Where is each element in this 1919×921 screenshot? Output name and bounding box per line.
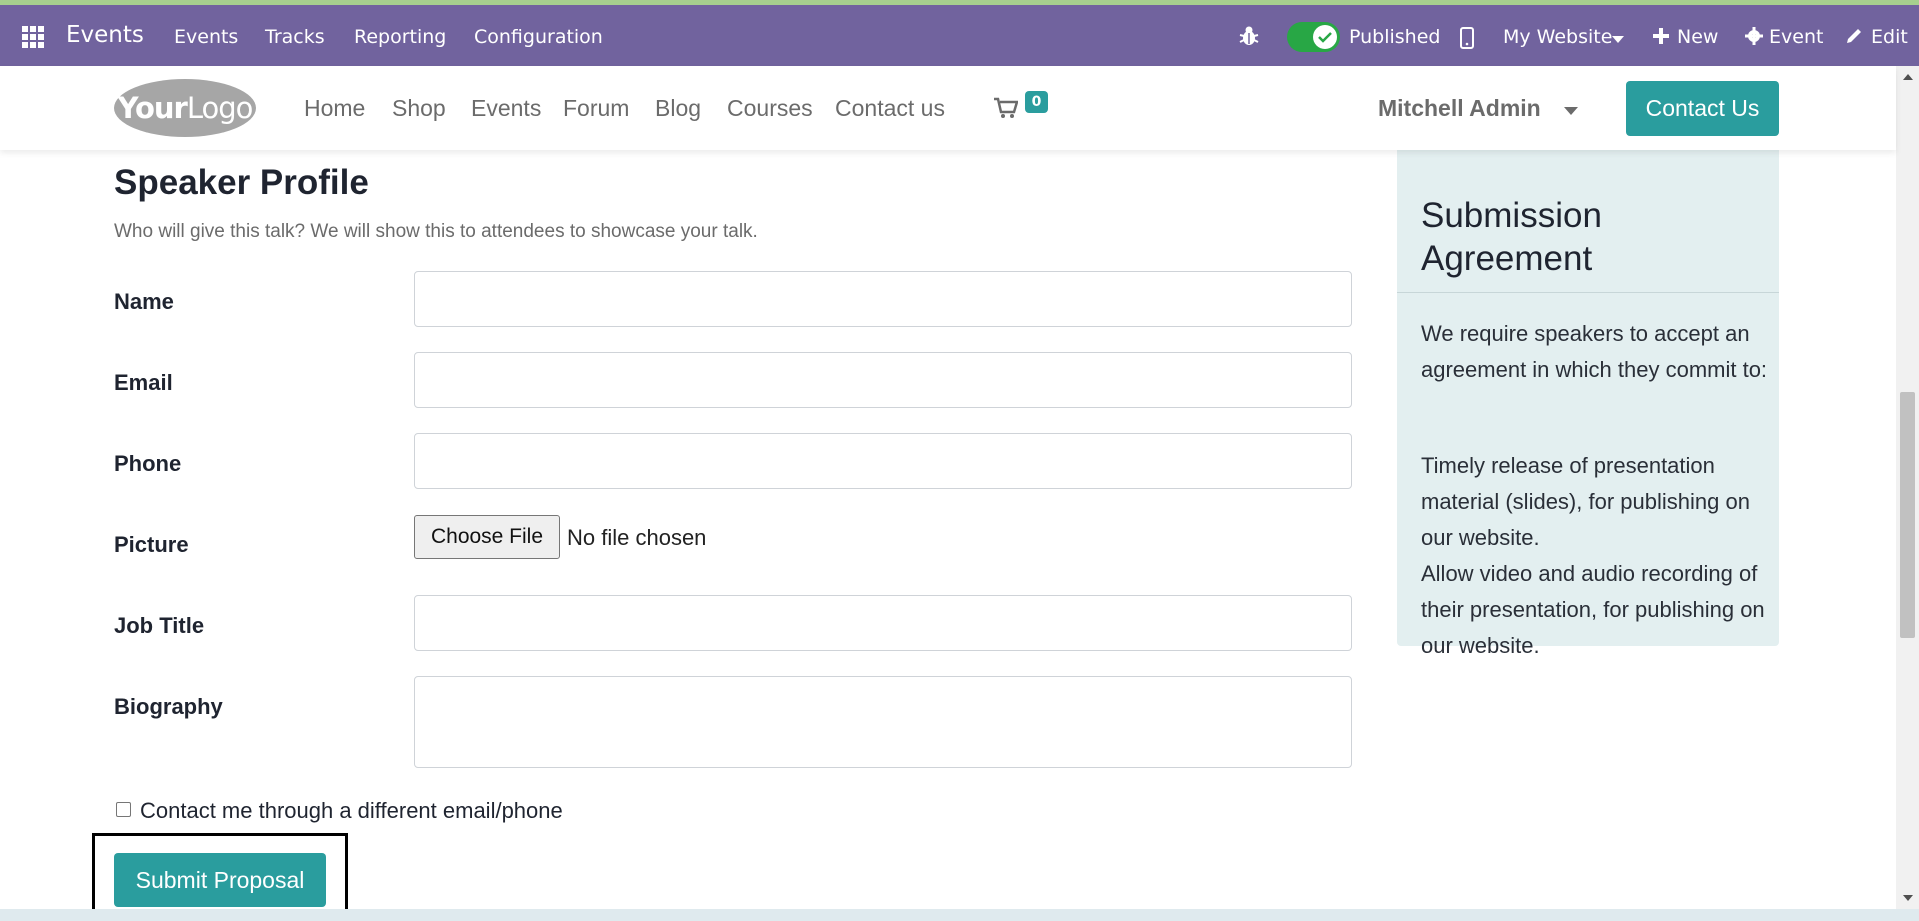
job-title-label: Job Title — [114, 613, 205, 638]
page-content: Submission Agreement We require speakers… — [0, 66, 1896, 909]
name-input[interactable] — [414, 271, 1352, 327]
new-button[interactable]: New — [1677, 26, 1718, 48]
phone-input[interactable] — [414, 433, 1352, 489]
biography-label: Biography — [114, 694, 223, 719]
site-logo[interactable]: Your Logo — [114, 79, 256, 137]
agreement-point-slides: Timely release of presentation material … — [1421, 453, 1750, 550]
cart-count-badge: 0 — [1025, 91, 1048, 113]
page-scrollbar[interactable] — [1896, 66, 1919, 909]
divider — [1397, 292, 1779, 293]
agreement-title: Submission Agreement — [1421, 196, 1602, 278]
mobile-preview-icon[interactable] — [1460, 27, 1474, 49]
page-subtitle: Who will give this talk? We will show th… — [114, 221, 758, 242]
nav-courses[interactable]: Courses — [727, 95, 813, 122]
agreement-point-recording: Allow video and audio recording of their… — [1421, 561, 1765, 658]
app-name[interactable]: Events — [66, 22, 144, 48]
pencil-icon — [1847, 29, 1861, 43]
edit-button[interactable]: Edit — [1871, 26, 1908, 48]
menu-events[interactable]: Events — [174, 26, 238, 48]
nav-shop[interactable]: Shop — [392, 95, 446, 122]
plus-icon — [1653, 28, 1669, 44]
choose-file-button[interactable]: Choose File — [414, 515, 560, 559]
name-label: Name — [114, 289, 174, 314]
published-label[interactable]: Published — [1349, 26, 1440, 48]
gear-icon — [1745, 27, 1763, 45]
email-input[interactable] — [414, 352, 1352, 408]
event-button[interactable]: Event — [1769, 26, 1823, 48]
contact-us-button[interactable]: Contact Us — [1626, 81, 1779, 136]
chevron-down-icon — [1612, 36, 1624, 43]
nav-contact-us[interactable]: Contact us — [835, 95, 945, 122]
nav-blog[interactable]: Blog — [655, 95, 701, 122]
nav-forum[interactable]: Forum — [563, 95, 629, 122]
debug-bug-icon[interactable] — [1238, 24, 1260, 48]
scroll-down-arrow-icon[interactable] — [1903, 895, 1913, 901]
website-switcher[interactable]: My Website — [1503, 26, 1612, 48]
file-status: No file chosen — [567, 525, 707, 550]
scrollbar-thumb[interactable] — [1900, 392, 1915, 638]
agreement-intro: We require speakers to accept an agreeme… — [1421, 321, 1768, 382]
phone-label: Phone — [114, 451, 182, 476]
menu-configuration[interactable]: Configuration — [474, 26, 603, 48]
published-toggle[interactable] — [1287, 22, 1340, 52]
picture-label: Picture — [114, 532, 189, 557]
bottom-strip — [0, 909, 1919, 921]
menu-reporting[interactable]: Reporting — [354, 26, 446, 48]
submission-agreement-panel: Submission Agreement We require speakers… — [1397, 126, 1779, 658]
menu-tracks[interactable]: Tracks — [265, 26, 325, 48]
user-menu[interactable]: Mitchell Admin — [1378, 95, 1541, 122]
nav-events[interactable]: Events — [471, 95, 541, 122]
admin-navbar: Events Events Tracks Reporting Configura… — [0, 5, 1919, 66]
caret-down-icon — [1564, 107, 1578, 115]
shopping-cart-icon[interactable] — [994, 97, 1018, 119]
logo-text-regular: Logo — [186, 91, 254, 125]
scroll-up-arrow-icon[interactable] — [1903, 74, 1913, 80]
apps-menu-icon[interactable] — [22, 26, 44, 48]
contact-different-checkbox[interactable] — [116, 802, 131, 817]
biography-textarea[interactable] — [414, 676, 1352, 768]
page-title: Speaker Profile — [114, 163, 369, 202]
highlight-box — [92, 833, 348, 909]
job-title-input[interactable] — [414, 595, 1352, 651]
check-icon — [1313, 25, 1337, 49]
website-header: Your Logo Home Shop Events Forum Blog Cou… — [0, 66, 1896, 150]
email-label: Email — [114, 370, 173, 395]
nav-home[interactable]: Home — [304, 95, 365, 122]
logo-text-bold: Your — [117, 91, 188, 125]
contact-different-label[interactable]: Contact me through a different email/pho… — [140, 798, 563, 824]
